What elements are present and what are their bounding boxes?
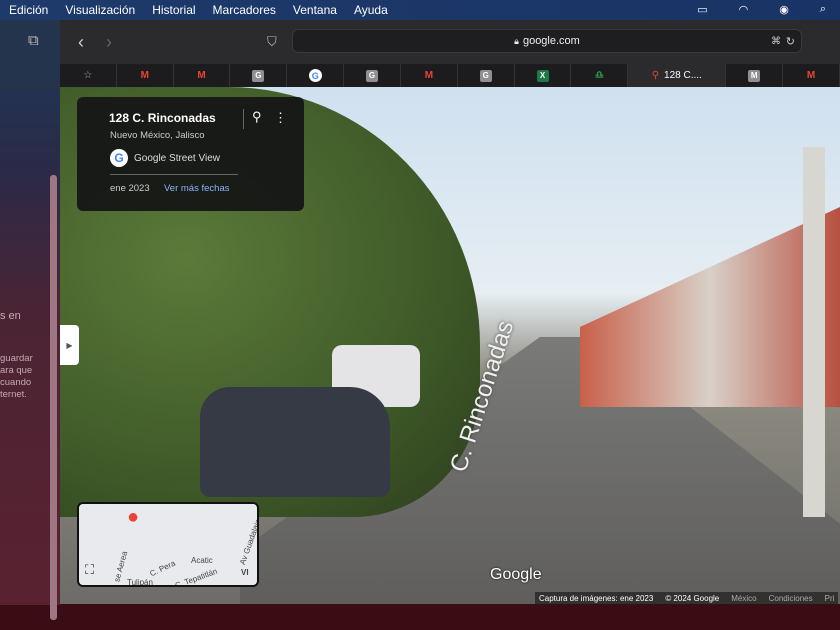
divider bbox=[110, 174, 238, 175]
maps-pin-icon: ⚲ bbox=[651, 70, 660, 81]
map-label: C. Pera bbox=[148, 558, 177, 579]
sidebar: ⧉ s en guardar ara que cuando ternet. bbox=[0, 20, 60, 620]
map-label: Acatic bbox=[191, 556, 213, 565]
excel-icon: X bbox=[536, 69, 549, 82]
sidebar-text: s en bbox=[0, 310, 21, 322]
tab-gmail[interactable]: M bbox=[401, 64, 458, 87]
menu-edicion[interactable]: Edición bbox=[9, 3, 48, 17]
sidebar-text: cuando bbox=[0, 377, 32, 388]
sidebar-text: ternet. bbox=[0, 389, 27, 400]
tab-favorites[interactable]: ☆ bbox=[60, 64, 117, 87]
tab-gmail[interactable]: M bbox=[117, 64, 174, 87]
reload-icon[interactable]: ↻ bbox=[786, 35, 795, 48]
street-view[interactable]: C. Rinconadas 128 C. Rinconadas Nuevo Mé… bbox=[60, 87, 840, 604]
utility-pole-image bbox=[803, 147, 825, 517]
url-text: google.com bbox=[522, 35, 580, 47]
attribution-bar: Captura de imágenes: ene 2023 © 2024 Goo… bbox=[535, 592, 839, 604]
expand-panel-button[interactable]: ▶ bbox=[60, 325, 79, 365]
location-pin-icon: ● bbox=[127, 506, 140, 528]
privacy-link[interactable]: Pri bbox=[825, 594, 835, 603]
lock-icon: 🔒︎ bbox=[514, 35, 519, 46]
privacy-shield-icon[interactable]: ⛉ bbox=[267, 34, 277, 50]
tab-g[interactable]: G bbox=[344, 64, 401, 87]
tab-gmail[interactable]: M bbox=[174, 64, 231, 87]
fullscreen-icon[interactable]: ⛶ bbox=[85, 562, 94, 578]
capture-date-text: Captura de imágenes: ene 2023 bbox=[539, 593, 654, 603]
back-icon[interactable]: ‹ bbox=[78, 32, 84, 53]
user-icon[interactable]: ◉ bbox=[779, 3, 789, 16]
tab-bar: ☆ M M G G G M G X ♎︎ ⚲ 128 C.... M M bbox=[60, 64, 840, 87]
browser-toolbar: ‹ › ⛉ 🔒︎ google.com ⌘ ↻ bbox=[60, 20, 840, 64]
service-text: Google Street View bbox=[134, 152, 220, 164]
tab-gmail[interactable]: M bbox=[783, 64, 840, 87]
map-label: Tulipán bbox=[127, 578, 153, 587]
tab-google[interactable]: G bbox=[287, 64, 345, 87]
menu-ayuda[interactable]: Ayuda bbox=[354, 3, 388, 17]
g-icon: G bbox=[366, 69, 379, 82]
capture-date: ene 2023 bbox=[110, 183, 150, 194]
menu-historial[interactable]: Historial bbox=[152, 3, 195, 17]
more-dates-link[interactable]: Ver más fechas bbox=[164, 183, 229, 194]
menu-bar: Edición Visualización Historial Marcador… bbox=[0, 0, 840, 20]
country-link[interactable]: México bbox=[731, 594, 756, 603]
map-label: VI bbox=[241, 568, 249, 577]
car-image bbox=[200, 387, 390, 497]
location-subtitle: Nuevo México, Jalisco bbox=[110, 130, 205, 141]
battery-icon[interactable]: ▭ bbox=[697, 3, 707, 16]
sidebar-scrollbar[interactable] bbox=[50, 175, 57, 620]
new-tab-group-icon[interactable]: ⧉ bbox=[28, 32, 39, 49]
map-label: Av Guadalajara bbox=[237, 511, 259, 566]
m-icon: M bbox=[748, 69, 761, 82]
tab-app[interactable]: ♎︎ bbox=[571, 64, 629, 87]
google-icon: G bbox=[308, 69, 322, 82]
location-title: 128 C. Rinconadas bbox=[109, 111, 216, 125]
sidebar-text: guardar bbox=[0, 353, 33, 364]
google-logo: Google bbox=[490, 566, 542, 583]
translate-icon[interactable]: ⌘ bbox=[771, 36, 781, 47]
sidebar-header: ⧉ bbox=[0, 20, 60, 87]
app-icon: ♎︎ bbox=[594, 70, 604, 81]
search-icon[interactable]: ⌕ bbox=[820, 3, 826, 16]
tab-g[interactable]: G bbox=[458, 64, 515, 87]
google-icon: G bbox=[110, 149, 128, 167]
star-icon: ☆ bbox=[83, 70, 93, 81]
menu-ventana[interactable]: Ventana bbox=[293, 3, 337, 17]
status-icons: ▭ ◠ ◉ ⌕ bbox=[688, 3, 834, 16]
gmail-icon: M bbox=[140, 70, 149, 81]
g-icon: G bbox=[479, 69, 492, 82]
forward-icon[interactable]: › bbox=[106, 32, 112, 53]
houses-image bbox=[580, 207, 840, 407]
map-pin-icon[interactable]: ⚲ bbox=[243, 109, 262, 129]
tab-excel[interactable]: X bbox=[515, 64, 572, 87]
tab-maps-active[interactable]: ⚲ 128 C.... bbox=[628, 64, 727, 87]
terms-link[interactable]: Condiciones bbox=[769, 594, 813, 603]
more-options-icon[interactable]: ⋮ bbox=[274, 110, 287, 126]
g-icon: G bbox=[252, 69, 265, 82]
tab-g[interactable]: G bbox=[230, 64, 288, 87]
gmail-icon: M bbox=[197, 70, 206, 81]
gmail-icon: M bbox=[806, 70, 816, 81]
sidebar-text: ara que bbox=[0, 365, 33, 376]
menu-visualizacion[interactable]: Visualización bbox=[65, 3, 135, 17]
tab-label: 128 C.... bbox=[664, 70, 702, 81]
copyright-text: © 2024 Google bbox=[665, 593, 720, 603]
service-label: G Google Street View bbox=[110, 149, 220, 167]
tab-m[interactable]: M bbox=[726, 64, 784, 87]
map-label: C. Tepatitlán bbox=[173, 566, 219, 587]
menu-marcadores[interactable]: Marcadores bbox=[213, 3, 276, 17]
address-bar[interactable]: 🔒︎ google.com ⌘ ↻ bbox=[292, 29, 802, 53]
minimap[interactable]: Acatic C. Pera Av Guadalajara C. Tepatit… bbox=[77, 502, 259, 587]
wifi-icon[interactable]: ◠ bbox=[739, 3, 749, 16]
location-card: 128 C. Rinconadas Nuevo México, Jalisco … bbox=[77, 97, 304, 211]
gmail-icon: M bbox=[424, 70, 434, 81]
